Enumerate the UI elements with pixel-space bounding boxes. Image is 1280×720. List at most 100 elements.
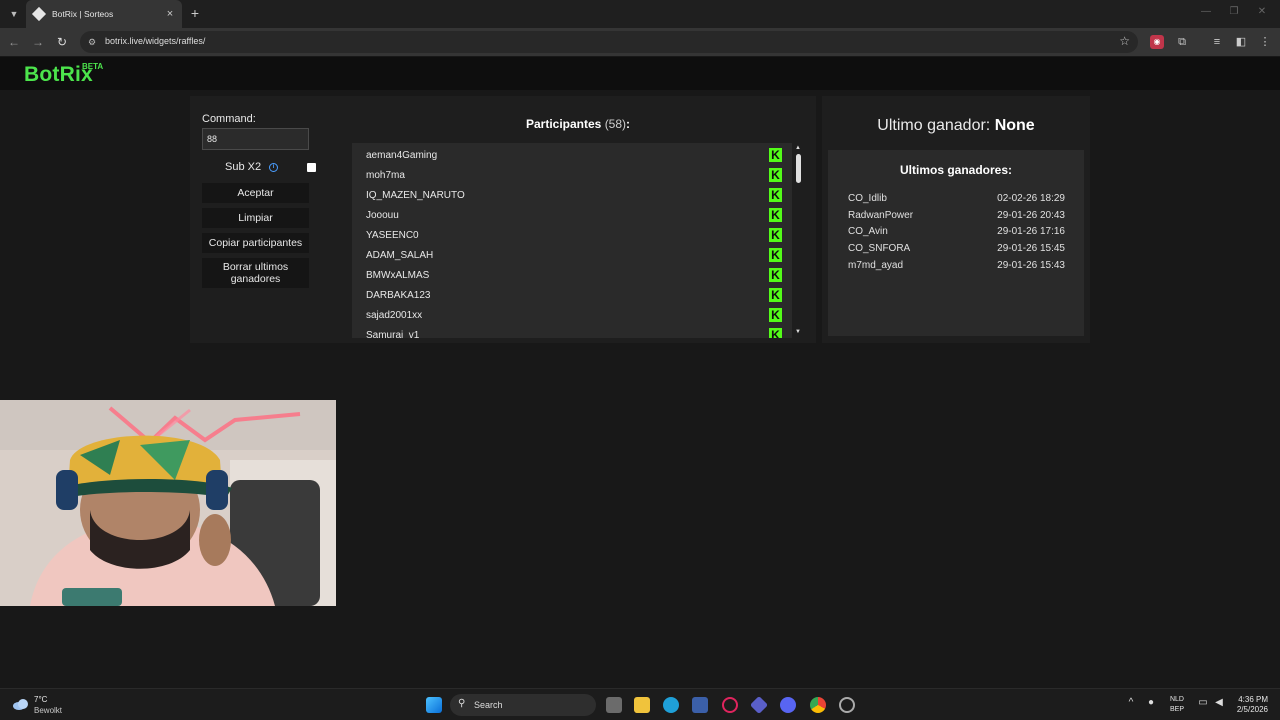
participants-list[interactable]: aeman4Gaming K moh7ma K IQ_MAZEN_NARUTO K J…: [352, 143, 792, 338]
edge-icon[interactable]: [663, 697, 679, 713]
participant-name: DARBAKA123: [366, 289, 431, 301]
clear-winners-button[interactable]: Borrar ultimos ganadores: [202, 258, 309, 288]
winner-name: m7md_ayad: [848, 260, 904, 271]
clear-button[interactable]: Limpiar: [202, 208, 309, 228]
address-bar[interactable]: ⚙ botrix.live/widgets/raffles/ ☆: [80, 31, 1138, 53]
volume-icon[interactable]: ◀: [1212, 697, 1226, 708]
webcam-overlay: [0, 400, 336, 606]
kick-icon: K: [769, 148, 782, 162]
reload-icon[interactable]: ↻: [54, 34, 70, 50]
list-item[interactable]: DARBAKA123 K: [366, 285, 782, 305]
command-input[interactable]: [202, 128, 309, 150]
taskbar-search-label: Search: [474, 700, 503, 710]
opera-icon[interactable]: [722, 697, 738, 713]
list-item[interactable]: aeman4Gaming K: [366, 145, 782, 165]
list-item[interactable]: sajad2001xx K: [366, 305, 782, 325]
language-code: NLD: [1169, 696, 1184, 703]
tab-search-list-icon[interactable]: ≡: [1210, 35, 1224, 49]
file-explorer-icon[interactable]: [634, 697, 650, 713]
address-toolbar: ← → ↻ ⚙ botrix.live/widgets/raffles/ ☆ ◉…: [0, 28, 1280, 56]
taskbar-search[interactable]: ⚲ Search: [450, 694, 596, 716]
winner-row: CO_Avin 29-01-26 17:16: [848, 226, 1065, 237]
store-icon[interactable]: [692, 697, 708, 713]
extensions-puzzle-icon[interactable]: ⧉: [1175, 35, 1189, 49]
back-icon[interactable]: ←: [6, 34, 22, 50]
discord-icon[interactable]: [780, 697, 796, 713]
kick-icon: K: [769, 308, 782, 322]
cloud-icon[interactable]: [12, 698, 30, 710]
windows-taskbar: 7°C Bewolkt ⚲ Search ^ ● NLD BEP ▭ ◀ 4:36…: [0, 688, 1280, 720]
list-item[interactable]: Jooouu K: [366, 205, 782, 225]
list-item[interactable]: moh7ma K: [366, 165, 782, 185]
winner-date: 29-01-26 15:43: [997, 260, 1065, 271]
list-item[interactable]: YASEENC0 K: [366, 225, 782, 245]
winner-name: CO_Idlib: [848, 193, 887, 204]
participant-name: YASEENC0: [366, 229, 419, 241]
minimize-icon[interactable]: —: [1196, 6, 1216, 17]
menu-kebab-icon[interactable]: ⋮: [1258, 35, 1272, 49]
last-winner-heading: Ultimo ganador: None: [822, 117, 1090, 135]
winner-row: m7md_ayad 29-01-26 15:43: [848, 260, 1065, 271]
sub-x2-checkbox[interactable]: [307, 163, 316, 172]
participant-name: ADAM_SALAH: [366, 249, 434, 261]
app-icon[interactable]: [749, 695, 769, 715]
bookmark-star-icon[interactable]: ☆: [1119, 34, 1130, 48]
participant-name: sajad2001xx: [366, 309, 423, 321]
profile-icon[interactable]: ◧: [1234, 35, 1248, 49]
clock[interactable]: 4:36 PM 2/5/2026: [1228, 695, 1268, 715]
extension-icon[interactable]: ◉: [1150, 35, 1164, 49]
copy-participants-button[interactable]: Copiar participantes: [202, 233, 309, 253]
weather-desc[interactable]: Bewolkt: [34, 706, 62, 715]
microphone-icon[interactable]: ●: [1144, 697, 1158, 708]
kick-icon: K: [769, 208, 782, 222]
clock-date: 2/5/2026: [1236, 705, 1268, 714]
webcam-image: [0, 400, 336, 606]
list-item[interactable]: ADAM_SALAH K: [366, 245, 782, 265]
winner-date: 29-01-26 17:16: [997, 226, 1065, 237]
participants-colon: :: [626, 117, 631, 131]
network-icon[interactable]: ▭: [1196, 697, 1210, 708]
keyboard-layout: BEP: [1169, 706, 1184, 713]
close-window-icon[interactable]: ✕: [1252, 6, 1272, 17]
new-tab-icon[interactable]: +: [188, 5, 202, 21]
participants-count: (58): [604, 117, 627, 131]
sub-x2-label: Sub X2: [225, 161, 262, 173]
list-item[interactable]: BMWxALMAS K: [366, 265, 782, 285]
list-item[interactable]: Samurai_v1 K: [366, 325, 782, 338]
site-info-icon[interactable]: ⚙: [88, 36, 100, 48]
tab-close-icon[interactable]: ×: [164, 8, 176, 20]
command-label: Command:: [202, 113, 256, 125]
winner-row: RadwanPower 29-01-26 20:43: [848, 210, 1065, 221]
chrome-icon[interactable]: [810, 697, 826, 713]
browser-tab-bar: ▼ BotRix | Sorteos × + — ❐ ✕: [0, 0, 1280, 28]
tray-chevron-icon[interactable]: ^: [1124, 697, 1138, 708]
maximize-icon[interactable]: ❐: [1224, 6, 1244, 17]
participant-name: Jooouu: [366, 209, 399, 221]
app-icon-2[interactable]: [839, 697, 855, 713]
kick-icon: K: [769, 268, 782, 282]
participants-label: Participantes: [525, 117, 602, 131]
last-winners-box: Ultimos ganadores: CO_Idlib 02-02-26 18:2…: [828, 150, 1084, 336]
scroll-down-icon[interactable]: ▼: [795, 329, 801, 335]
language-indicator[interactable]: NLD BEP: [1166, 695, 1188, 715]
accept-button[interactable]: Aceptar: [202, 183, 309, 203]
participant-name: aeman4Gaming: [366, 149, 438, 161]
windows-start-icon[interactable]: [426, 697, 442, 713]
browser-tab[interactable]: BotRix | Sorteos ×: [26, 0, 182, 28]
task-view-icon[interactable]: [606, 697, 622, 713]
info-icon[interactable]: i: [269, 163, 278, 172]
forward-icon[interactable]: →: [30, 34, 46, 50]
kick-icon: K: [769, 328, 782, 338]
kick-icon: K: [769, 248, 782, 262]
list-item[interactable]: IQ_MAZEN_NARUTO K: [366, 185, 782, 205]
search-icon: ⚲: [458, 698, 466, 709]
winner-row: CO_SNFORA 29-01-26 15:45: [848, 243, 1065, 254]
last-winner-label: Ultimo ganador:: [877, 117, 991, 134]
winner-name: CO_Avin: [848, 226, 888, 237]
scroll-thumb[interactable]: [796, 154, 801, 183]
scroll-up-icon[interactable]: ▲: [795, 145, 801, 151]
tab-search-icon[interactable]: ▼: [6, 6, 22, 22]
weather-temp[interactable]: 7°C: [34, 695, 47, 704]
winner-name: CO_SNFORA: [848, 243, 911, 254]
winner-name: RadwanPower: [848, 210, 914, 221]
